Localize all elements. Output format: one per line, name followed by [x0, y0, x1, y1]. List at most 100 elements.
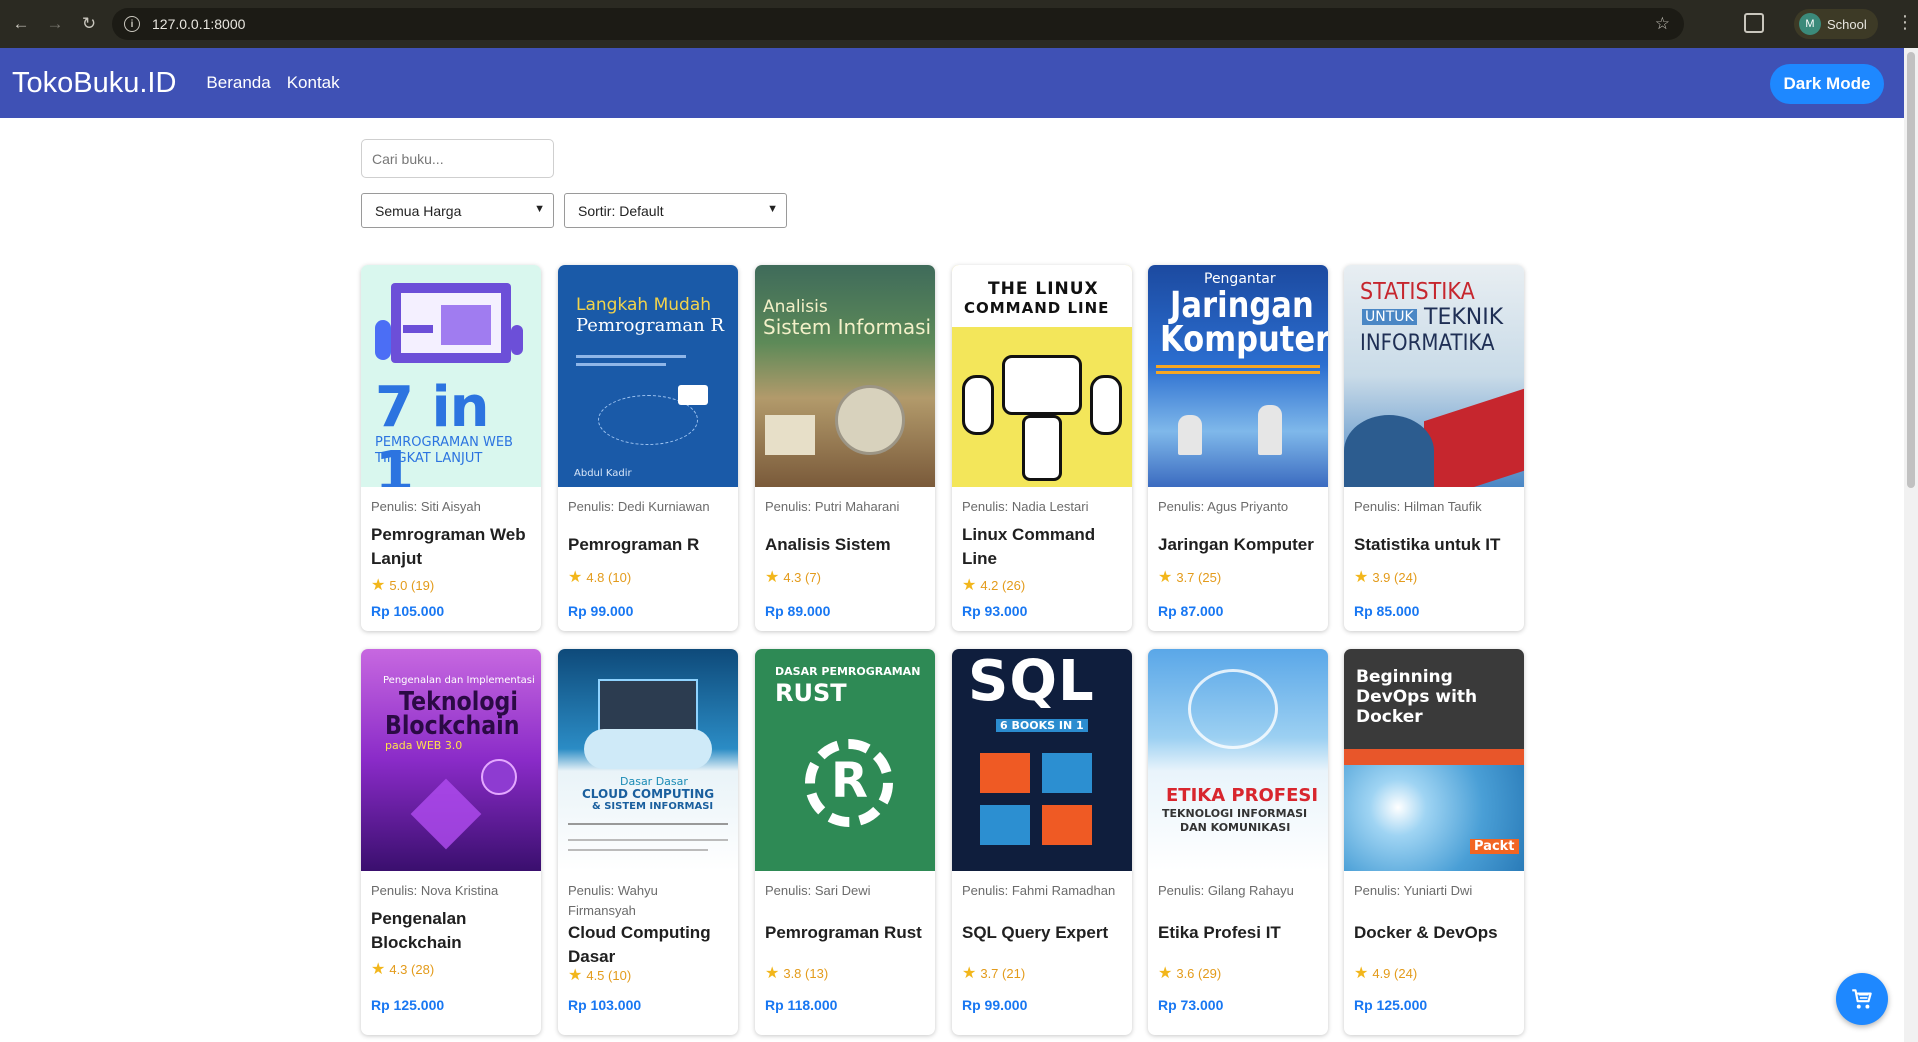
book-price: Rp 93.000 [962, 603, 1028, 619]
book-cover[interactable]: STATISTIKA UNTUK TEKNIK INFORMATIKA [1344, 265, 1524, 487]
book-card[interactable]: Pengantar Jaringan Komputer Penulis: Agu… [1148, 265, 1328, 631]
book-card[interactable]: SQL 6 BOOKS IN 1 Penulis: Fahmi Ramadhan… [952, 649, 1132, 1035]
book-cover[interactable]: Analisis Sistem Informasi [755, 265, 935, 487]
book-author: Penulis: Dedi Kurniawan [568, 499, 710, 514]
book-price: Rp 125.000 [371, 997, 445, 1013]
book-title[interactable]: Jaringan Komputer [1158, 533, 1318, 557]
chevron-down-icon: ▼ [534, 203, 545, 215]
book-rating: ★ 4.8 (10) [568, 569, 631, 587]
book-cover[interactable]: Pengenalan dan Implementasi Teknologi Bl… [361, 649, 541, 871]
brand-logo[interactable]: TokoBuku.ID [12, 67, 176, 100]
sort-select[interactable]: Sortir: Default ▼ [564, 193, 787, 228]
page-scrollbar[interactable] [1904, 48, 1918, 1042]
book-card[interactable]: DASAR PEMROGRAMAN RUST R Penulis: Sari D… [755, 649, 935, 1035]
profile-name: School [1827, 16, 1867, 32]
book-card[interactable]: Pengenalan dan Implementasi Teknologi Bl… [361, 649, 541, 1035]
cover-subtitle: TINGKAT LANJUT [375, 451, 483, 466]
book-rating: ★ 3.9 (24) [1354, 569, 1417, 587]
book-price: Rp 85.000 [1354, 603, 1420, 619]
cover-title: Sistem Informasi [763, 315, 932, 339]
forward-icon[interactable]: → [42, 11, 68, 37]
book-card[interactable]: 7 in 1 PEMROGRAMAN WEB TINGKAT LANJUT Pe… [361, 265, 541, 631]
book-cover[interactable]: THE LINUX COMMAND LINE [952, 265, 1132, 487]
cover-title: TEKNIK [1424, 305, 1504, 330]
book-rating: ★ 4.5 (10) [568, 967, 631, 985]
search-input[interactable] [361, 139, 554, 178]
book-card[interactable]: THE LINUX COMMAND LINE Penulis: Nadia Le… [952, 265, 1132, 631]
book-card[interactable]: ETIKA PROFESI TEKNOLOGI INFORMASI DAN KO… [1148, 649, 1328, 1035]
dark-mode-button[interactable]: Dark Mode [1770, 64, 1884, 104]
app-header: TokoBuku.ID Beranda Kontak Dark Mode [0, 48, 1904, 118]
price-filter-value: Semua Harga [375, 202, 462, 219]
book-title[interactable]: Pengenalan Blockchain [371, 907, 531, 955]
rating-value: 4.8 (10) [586, 570, 632, 585]
cart-button[interactable] [1836, 973, 1888, 1025]
book-cover[interactable]: SQL 6 BOOKS IN 1 [952, 649, 1132, 871]
book-cover[interactable]: 7 in 1 PEMROGRAMAN WEB TINGKAT LANJUT [361, 265, 541, 487]
scrollbar-thumb[interactable] [1907, 52, 1915, 488]
star-icon: ★ [1354, 965, 1369, 982]
cover-title: STATISTIKA [1360, 279, 1475, 305]
book-title[interactable]: Linux Command Line [962, 523, 1122, 571]
rating-value: 4.2 (26) [980, 578, 1026, 593]
publisher-logo: Packt [1470, 839, 1519, 854]
book-card[interactable]: Langkah Mudah Pemrograman R Abdul Kadir … [558, 265, 738, 631]
book-card[interactable]: Beginning DevOps with Docker Packt Penul… [1344, 649, 1524, 1035]
extensions-icon[interactable] [1744, 13, 1764, 33]
book-title[interactable]: Pemrograman Rust [765, 921, 925, 945]
cover-title: Langkah Mudah [576, 295, 712, 315]
star-icon: ★ [962, 965, 977, 982]
rating-value: 4.3 (28) [389, 962, 435, 977]
cover-title: Beginning [1356, 667, 1453, 687]
price-filter-select[interactable]: Semua Harga ▼ [361, 193, 554, 228]
sort-value: Sortir: Default [578, 202, 664, 219]
browser-menu-icon[interactable]: ⋮ [1896, 12, 1914, 33]
cover-subtitle: DAN KOMUNIKASI [1180, 821, 1291, 834]
cover-title: Blockchain [385, 711, 520, 741]
book-cover[interactable]: Langkah Mudah Pemrograman R Abdul Kadir [558, 265, 738, 487]
book-title[interactable]: Etika Profesi IT [1158, 921, 1318, 945]
profile-button[interactable]: M School [1794, 9, 1878, 39]
rating-value: 3.7 (21) [980, 966, 1026, 981]
book-cover[interactable]: ETIKA PROFESI TEKNOLOGI INFORMASI DAN KO… [1148, 649, 1328, 871]
address-url[interactable]: 127.0.0.1:8000 [152, 16, 245, 32]
cover-author: Abdul Kadir [574, 468, 632, 479]
book-title[interactable]: Pemrograman R [568, 533, 728, 557]
address-bar[interactable]: i 127.0.0.1:8000 ☆ [112, 8, 1684, 40]
back-icon[interactable]: ← [8, 11, 34, 37]
book-cover[interactable]: Pengantar Jaringan Komputer [1148, 265, 1328, 487]
book-title[interactable]: Cloud Computing Dasar [568, 921, 728, 969]
star-icon: ★ [1158, 965, 1173, 982]
bookmark-star-icon[interactable]: ☆ [1655, 14, 1670, 34]
book-author: Penulis: Sari Dewi [765, 883, 871, 898]
book-rating: ★ 3.7 (21) [962, 965, 1025, 983]
nav-link-kontak[interactable]: Kontak [287, 73, 340, 93]
cover-subtitle: PEMROGRAMAN WEB [375, 435, 513, 450]
book-rating: ★ 3.7 (25) [1158, 569, 1221, 587]
reload-icon[interactable]: ↻ [76, 11, 102, 37]
site-info-icon[interactable]: i [124, 16, 140, 32]
cover-title: INFORMATIKA [1360, 331, 1495, 356]
cover-subtitle: TEKNOLOGI INFORMASI [1162, 807, 1308, 820]
nav-link-beranda[interactable]: Beranda [206, 73, 270, 93]
book-author: Penulis: Agus Priyanto [1158, 499, 1289, 514]
book-title[interactable]: Statistika untuk IT [1354, 533, 1514, 557]
book-cover[interactable]: Dasar Dasar CLOUD COMPUTING & SISTEM INF… [558, 649, 738, 871]
book-card[interactable]: Analisis Sistem Informasi Penulis: Putri… [755, 265, 935, 631]
cover-title: THE LINUX [988, 279, 1099, 299]
book-title[interactable]: Analisis Sistem [765, 533, 925, 557]
book-cover[interactable]: Beginning DevOps with Docker Packt [1344, 649, 1524, 871]
rating-value: 3.7 (25) [1176, 570, 1222, 585]
book-card[interactable]: STATISTIKA UNTUK TEKNIK INFORMATIKA Penu… [1344, 265, 1524, 631]
book-cover[interactable]: DASAR PEMROGRAMAN RUST R [755, 649, 935, 871]
star-icon: ★ [765, 569, 780, 586]
star-icon: ★ [371, 577, 386, 594]
book-rating: ★ 4.3 (28) [371, 961, 434, 979]
book-author: Penulis: Siti Aisyah [371, 499, 481, 514]
book-card[interactable]: Dasar Dasar CLOUD COMPUTING & SISTEM INF… [558, 649, 738, 1035]
book-title[interactable]: Docker & DevOps [1354, 921, 1514, 945]
book-title[interactable]: SQL Query Expert [962, 921, 1122, 945]
book-price: Rp 73.000 [1158, 997, 1224, 1013]
book-title[interactable]: Pemrograman Web Lanjut [371, 523, 531, 571]
book-price: Rp 99.000 [568, 603, 634, 619]
